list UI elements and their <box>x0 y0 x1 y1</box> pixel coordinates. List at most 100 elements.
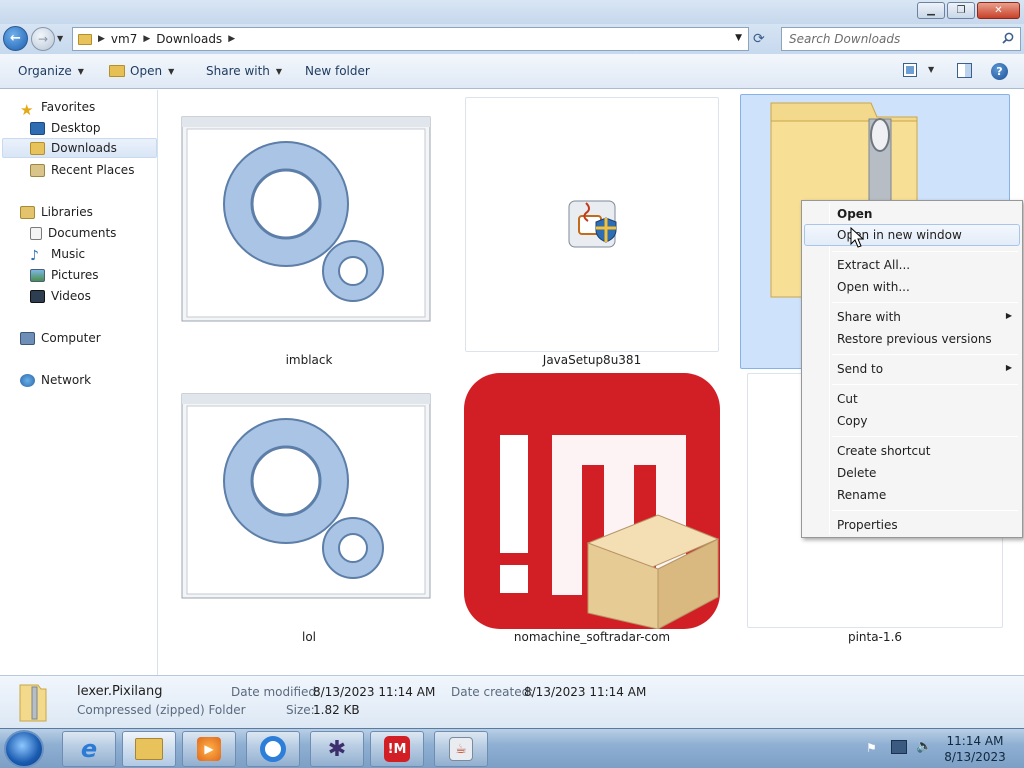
menu-separator <box>832 510 1018 511</box>
nav-libraries[interactable]: Libraries <box>20 202 93 222</box>
details-size-value: 1.82 KB <box>313 703 360 717</box>
taskbar-internet-explorer[interactable]: e <box>62 731 116 767</box>
menu-item-rename[interactable]: Rename <box>804 484 1020 506</box>
breadcrumb-downloads[interactable]: Downloads <box>156 32 222 46</box>
maximize-button[interactable]: ❐ <box>947 2 975 19</box>
nav-downloads[interactable]: Downloads <box>2 138 157 158</box>
computer-icon <box>20 331 35 345</box>
menu-item-extract-all[interactable]: Extract All... <box>804 254 1020 276</box>
nomachine-icon: !M <box>384 736 410 762</box>
nav-videos[interactable]: Videos <box>30 286 91 306</box>
breadcrumb-vm7[interactable]: vm7 <box>111 32 137 46</box>
command-bar: Organize ▼ Open ▼ Share with ▼ New folder ▼… <box>0 54 1024 89</box>
clock[interactable]: 11:14 AM 8/13/2023 <box>943 733 1007 765</box>
network-tray-icon[interactable] <box>891 740 907 754</box>
new-folder-button[interactable]: New folder <box>305 64 370 78</box>
taskbar: e ▶ ✱ !M ☕ ⚑ 🔈 11:14 AM 8/13/2023 <box>0 728 1024 768</box>
libraries-icon <box>20 205 35 219</box>
details-modified-label: Date modified: <box>231 685 321 699</box>
menu-item-open-with[interactable]: Open with... <box>804 276 1020 298</box>
menu-item-create-shortcut[interactable]: Create shortcut <box>804 440 1020 462</box>
open-folder-icon <box>109 65 125 77</box>
submenu-arrow-icon: ▶ <box>1005 311 1012 320</box>
search-input[interactable]: Search Downloads <box>781 27 1021 51</box>
refresh-icon[interactable]: ⟳ <box>753 31 765 47</box>
menu-separator <box>832 436 1018 437</box>
clock-date: 8/13/2023 <box>944 750 1006 764</box>
file-name-pinta: pinta-1.6 <box>847 630 903 644</box>
organize-menu[interactable]: Organize ▼ <box>18 64 84 78</box>
nav-pictures-label: Pictures <box>51 268 99 282</box>
nav-pictures[interactable]: Pictures <box>30 265 99 285</box>
spider-icon: ✱ <box>327 736 347 762</box>
forward-button[interactable]: → <box>31 27 55 51</box>
search-icon[interactable] <box>1002 32 1014 44</box>
taskbar-nomachine[interactable]: !M <box>370 731 424 767</box>
taskbar-java-installer[interactable]: ☕ <box>434 731 488 767</box>
menu-item-send-to[interactable]: Send to ▶ <box>804 358 1020 380</box>
file-item[interactable] <box>181 116 431 322</box>
minimize-button[interactable]: ▁ <box>917 2 945 19</box>
details-file-type: Compressed (zipped) Folder <box>77 703 246 717</box>
menu-item-share-with-label: Share with <box>837 310 901 324</box>
action-center-flag-icon[interactable]: ⚑ <box>866 741 877 755</box>
help-button[interactable]: ? <box>991 63 1008 80</box>
java-icon: ☕ <box>449 737 473 761</box>
menu-item-restore-previous[interactable]: Restore previous versions <box>804 328 1020 350</box>
menu-item-cut[interactable]: Cut <box>804 388 1020 410</box>
file-item[interactable] <box>464 373 720 630</box>
gears-app-icon <box>181 393 431 599</box>
change-view-button[interactable] <box>903 63 917 80</box>
breadcrumb-arrow-icon[interactable]: ▶ <box>98 34 105 44</box>
nav-favorites-label: Favorites <box>41 100 96 114</box>
nav-favorites[interactable]: ★ Favorites <box>20 97 96 119</box>
menu-separator <box>832 384 1018 385</box>
menu-item-send-to-label: Send to <box>837 362 884 376</box>
back-button[interactable]: ← <box>3 26 28 51</box>
share-with-label: Share with <box>206 64 270 78</box>
file-name-javasetup: JavaSetup8u381 <box>542 353 642 367</box>
taskbar-spider-app[interactable]: ✱ <box>310 731 364 767</box>
start-button[interactable] <box>4 730 44 768</box>
downloads-folder-icon <box>30 141 45 155</box>
menu-separator <box>832 251 1018 252</box>
taskbar-chrome[interactable] <box>246 731 300 767</box>
media-player-icon: ▶ <box>197 737 221 761</box>
menu-item-delete[interactable]: Delete <box>804 462 1020 484</box>
zip-folder-icon <box>19 684 47 722</box>
volume-muted-icon[interactable]: 🔈 <box>916 739 932 754</box>
java-installer-icon <box>568 200 617 248</box>
nav-computer[interactable]: Computer <box>20 328 101 348</box>
menu-item-share-with[interactable]: Share with ▶ <box>804 306 1020 328</box>
file-item[interactable] <box>181 393 431 599</box>
breadcrumb-arrow-icon[interactable]: ▶ <box>228 34 235 44</box>
breadcrumb-arrow-icon[interactable]: ▶ <box>143 34 150 44</box>
menu-item-open[interactable]: Open <box>804 203 1020 225</box>
menu-item-copy[interactable]: Copy <box>804 410 1020 432</box>
view-icon <box>903 63 917 77</box>
file-item[interactable] <box>465 97 719 352</box>
close-button[interactable]: ✕ <box>977 2 1020 19</box>
address-history-dropdown-icon[interactable]: ▼ <box>735 33 742 43</box>
details-file-name: lexer.Pixilang <box>77 684 163 699</box>
taskbar-windows-explorer[interactable] <box>122 731 176 767</box>
view-options-chevron-icon[interactable]: ▼ <box>928 65 934 74</box>
address-bar[interactable]: ▶ vm7 ▶ Downloads ▶ ▼ <box>72 27 749 51</box>
preview-pane-button[interactable] <box>957 63 972 81</box>
recent-pages-dropdown-icon[interactable]: ▼ <box>57 34 63 43</box>
nav-recent-places[interactable]: Recent Places <box>30 160 134 180</box>
clock-time: 11:14 AM <box>946 734 1004 748</box>
taskbar-media-player[interactable]: ▶ <box>182 731 236 767</box>
nav-desktop[interactable]: Desktop <box>30 118 101 138</box>
open-button[interactable]: Open ▼ <box>109 64 174 78</box>
menu-item-open-new-window[interactable]: Open in new window <box>804 224 1020 246</box>
file-name-lol: lol <box>301 630 316 644</box>
nav-downloads-label: Downloads <box>51 141 117 155</box>
nav-documents[interactable]: Documents <box>30 223 116 243</box>
details-pane: lexer.Pixilang Compressed (zipped) Folde… <box>0 675 1024 728</box>
help-icon: ? <box>991 63 1008 80</box>
menu-item-properties[interactable]: Properties <box>804 514 1020 536</box>
nav-music[interactable]: ♪ Music <box>30 244 85 264</box>
share-with-menu[interactable]: Share with ▼ <box>206 64 282 78</box>
nav-network[interactable]: Network <box>20 370 91 390</box>
